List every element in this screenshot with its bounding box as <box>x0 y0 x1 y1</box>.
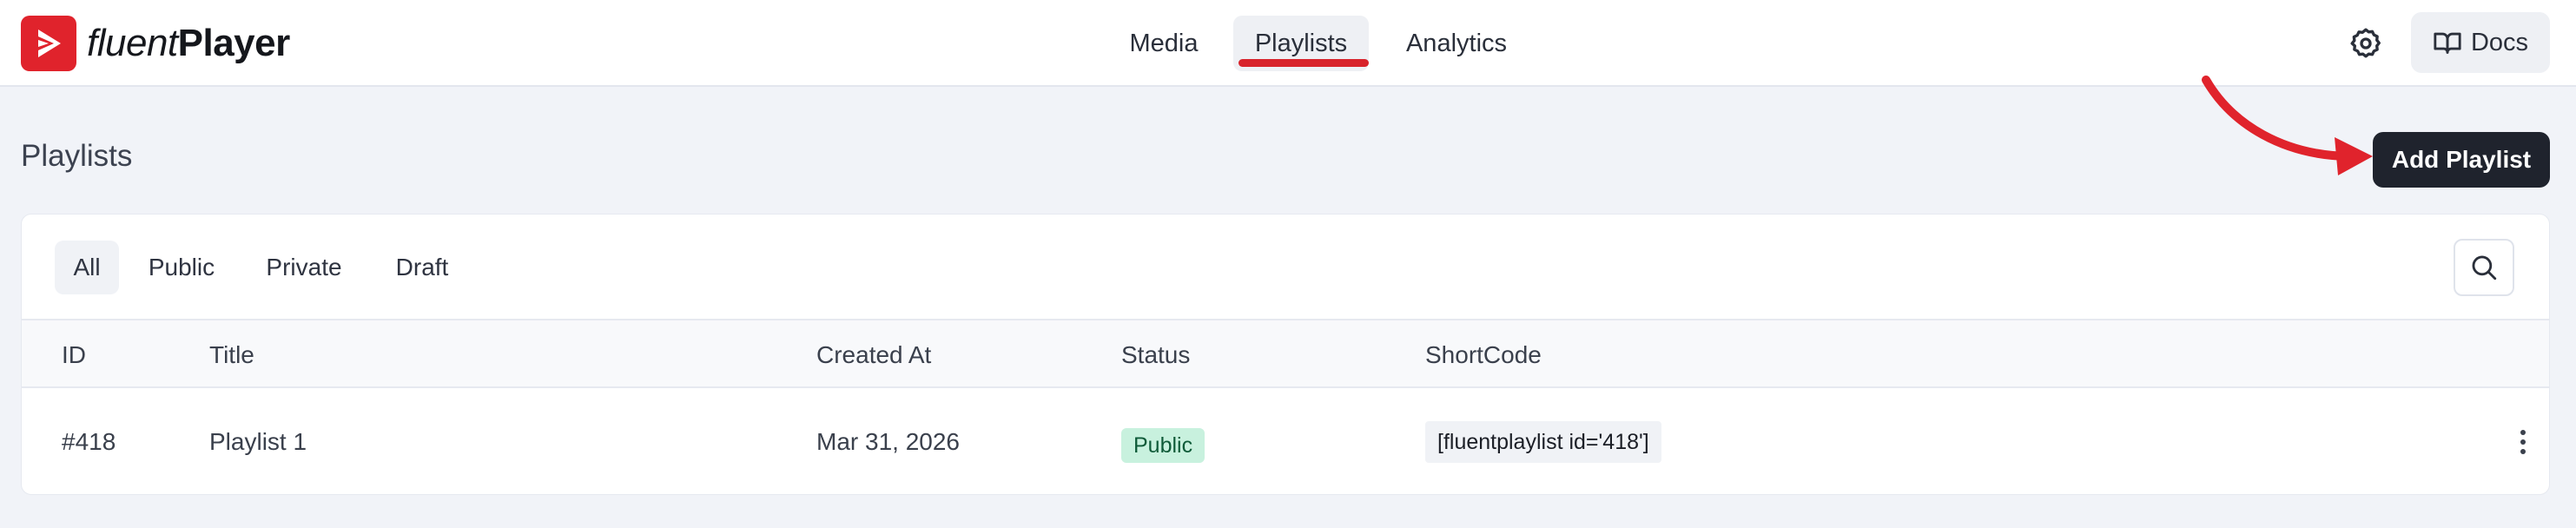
column-header-created-at[interactable]: Created At <box>816 320 931 390</box>
table-header: ID Title Created At Status ShortCode <box>22 319 2549 388</box>
row-actions-button[interactable] <box>2506 423 2540 461</box>
search-icon <box>2472 255 2497 280</box>
more-vertical-icon <box>2520 430 2526 454</box>
active-tab-underline <box>1238 59 1369 67</box>
playlist-id: #418 <box>62 428 116 455</box>
filter-tab-draft[interactable]: Draft <box>383 241 461 294</box>
column-header-status[interactable]: Status <box>1121 320 1190 390</box>
column-header-id[interactable]: ID <box>62 320 86 390</box>
column-header-shortcode[interactable]: ShortCode <box>1425 320 1542 390</box>
status-badge: Public <box>1121 428 1205 463</box>
playlist-title[interactable]: Playlist 1 <box>209 388 307 494</box>
filter-tab-public[interactable]: Public <box>138 241 225 294</box>
annotation-arrow <box>2202 76 2373 175</box>
gear-icon <box>2350 28 2381 58</box>
book-icon <box>2434 32 2461 54</box>
search-button[interactable] <box>2454 239 2514 296</box>
nav-tab-analytics[interactable]: Analytics <box>1391 16 1522 71</box>
docs-button[interactable]: Docs <box>2411 12 2550 73</box>
page-title: Playlists <box>21 139 133 173</box>
playlists-card: All Public Private Draft ID Title Create… <box>21 214 2550 495</box>
settings-button[interactable] <box>2342 19 2390 68</box>
table-row[interactable]: #418 Playlist 1 Mar 31, 2026 Public [flu… <box>22 388 2549 494</box>
filter-tab-private[interactable]: Private <box>256 241 352 294</box>
docs-label: Docs <box>2470 28 2529 56</box>
nav-tab-media[interactable]: Media <box>1112 16 1216 71</box>
playlist-created-at: Mar 31, 2026 <box>816 428 960 455</box>
column-header-title[interactable]: Title <box>209 320 254 390</box>
playlist-shortcode[interactable]: [fluentplaylist id='418'] <box>1425 421 1661 463</box>
filter-tab-all[interactable]: All <box>55 241 119 294</box>
add-playlist-button[interactable]: Add Playlist <box>2373 132 2550 188</box>
